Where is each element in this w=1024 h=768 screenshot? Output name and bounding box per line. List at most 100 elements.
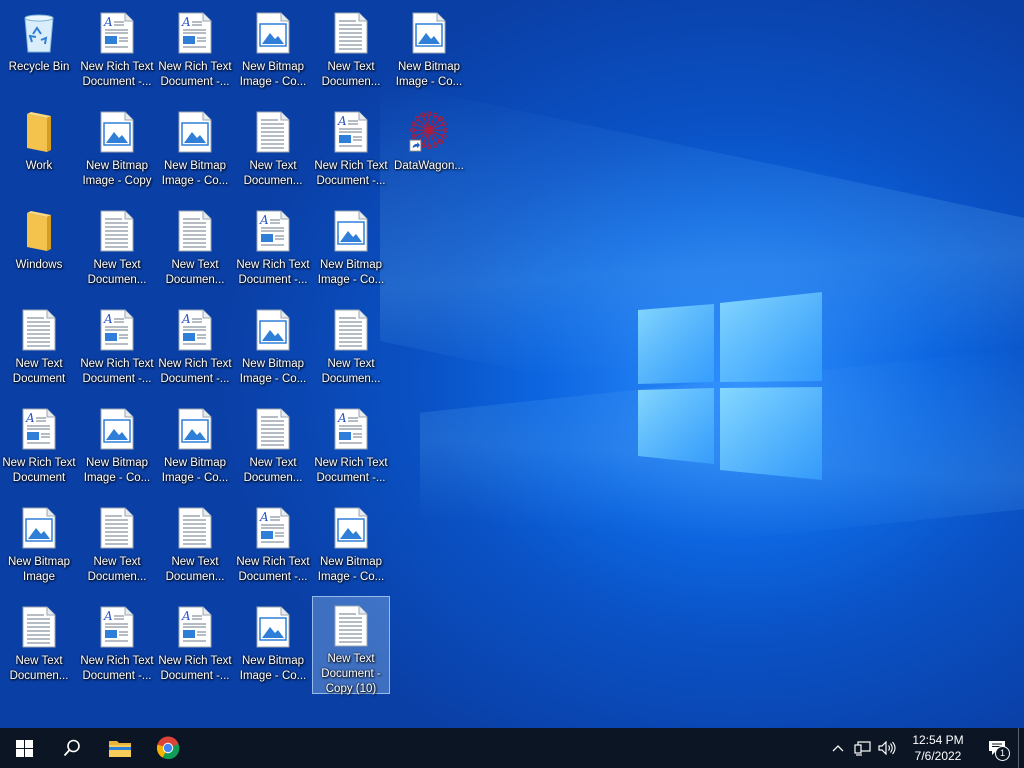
desktop-icon-label: New Rich Text Document -... <box>314 457 388 484</box>
desktop-icon[interactable]: A New Rich Text Document -... <box>234 200 312 292</box>
desktop-icon-label: New Rich Text Document -... <box>158 655 232 682</box>
desktop-icon-label: New Rich Text Document -... <box>314 160 388 187</box>
desktop-icon[interactable]: A New Rich Text Document -... <box>312 101 390 193</box>
desktop-icon[interactable]: New Bitmap Image <box>0 497 78 589</box>
svg-text:A: A <box>259 213 269 227</box>
folder-icon <box>19 209 59 253</box>
svg-text:A: A <box>337 114 347 128</box>
desktop-icon[interactable]: New Bitmap Image - Co... <box>312 497 390 589</box>
taskbar-chrome[interactable] <box>144 728 192 768</box>
desktop-icon[interactable]: A New Rich Text Document -... <box>78 2 156 94</box>
bitmap-image-icon <box>175 407 215 451</box>
desktop-icon[interactable]: New Bitmap Image - Co... <box>234 299 312 391</box>
rich-text-document-icon: A <box>97 308 137 352</box>
desktop-icon[interactable]: DataWagon... <box>390 101 468 193</box>
svg-text:A: A <box>259 510 269 524</box>
desktop-icon[interactable]: Windows <box>0 200 78 292</box>
svg-text:A: A <box>337 411 347 425</box>
recycle-bin-icon <box>19 11 59 55</box>
rich-text-document-icon: A <box>97 605 137 649</box>
desktop-icon[interactable]: New Bitmap Image - Co... <box>156 398 234 490</box>
desktop-icon[interactable]: Work <box>0 101 78 193</box>
bitmap-image-icon <box>253 11 293 55</box>
search-button[interactable] <box>48 728 96 768</box>
desktop-icon[interactable]: New Bitmap Image - Co... <box>234 596 312 688</box>
desktop-icon-label: New Bitmap Image - Co... <box>317 259 385 286</box>
desktop-icon[interactable]: Recycle Bin <box>0 2 78 94</box>
desktop-icon[interactable]: A New Rich Text Document -... <box>156 299 234 391</box>
desktop-icon[interactable]: New Text Documen... <box>312 299 390 391</box>
desktop-icon-label: New Rich Text Document <box>2 457 76 484</box>
desktop-icon-label: New Bitmap Image <box>8 556 70 583</box>
text-document-icon <box>331 605 371 647</box>
desktop-icon[interactable]: New Bitmap Image - Co... <box>390 2 468 94</box>
folder-icon <box>19 110 59 154</box>
desktop-icon-label: New Rich Text Document -... <box>158 61 232 88</box>
action-center-button[interactable]: 1 <box>976 728 1018 768</box>
desktop-icon[interactable]: A New Rich Text Document -... <box>234 497 312 589</box>
desktop-icon-label: New Bitmap Image - Co... <box>161 457 229 484</box>
desktop[interactable]: Recycle Bin A New Rich Text Document -... A… <box>0 0 1024 728</box>
svg-text:A: A <box>181 312 191 326</box>
bitmap-image-icon <box>331 506 371 550</box>
desktop-icon[interactable]: A New Rich Text Document <box>0 398 78 490</box>
desktop-icon[interactable]: A New Rich Text Document -... <box>312 398 390 490</box>
taskbar-file-explorer[interactable] <box>96 728 144 768</box>
desktop-icon-label: New Bitmap Image - Copy <box>82 160 152 187</box>
desktop-icon[interactable]: New Bitmap Image - Co... <box>78 398 156 490</box>
desktop-icon[interactable]: New Text Document - Copy (10) <box>312 596 390 695</box>
speaker-icon <box>878 741 896 755</box>
desktop-icon[interactable]: A New Rich Text Document -... <box>156 2 234 94</box>
rich-text-document-icon: A <box>331 407 371 451</box>
clock[interactable]: 12:54 PM 7/6/2022 <box>900 728 976 768</box>
desktop-icon[interactable]: New Text Documen... <box>312 2 390 94</box>
desktop-icon-label: Windows <box>15 259 63 271</box>
desktop-icon-label: New Rich Text Document -... <box>236 556 310 583</box>
show-hidden-icons-button[interactable] <box>826 728 850 768</box>
chevron-up-icon <box>832 745 844 752</box>
desktop-icon-label: New Rich Text Document -... <box>80 358 154 385</box>
desktop-icon[interactable]: New Bitmap Image - Co... <box>234 2 312 94</box>
desktop-icon-label: New Text Document - Copy (10) <box>321 653 381 695</box>
desktop-icon-label: New Bitmap Image - Co... <box>395 61 463 88</box>
text-document-icon <box>19 605 59 649</box>
svg-text:A: A <box>181 15 191 29</box>
chrome-icon <box>156 736 180 760</box>
desktop-icon[interactable]: New Bitmap Image - Co... <box>156 101 234 193</box>
search-icon <box>63 739 80 757</box>
desktop-icon[interactable]: A New Rich Text Document -... <box>78 299 156 391</box>
desktop-icon-label: Recycle Bin <box>8 61 70 73</box>
desktop-icon[interactable]: New Text Documen... <box>234 101 312 193</box>
desktop-icon[interactable]: A New Rich Text Document -... <box>156 596 234 688</box>
desktop-icon[interactable]: New Text Documen... <box>156 200 234 292</box>
desktop-icon-label: New Rich Text Document -... <box>80 655 154 682</box>
desktop-icon[interactable]: A New Rich Text Document -... <box>78 596 156 688</box>
bitmap-image-icon <box>331 209 371 253</box>
network-button[interactable] <box>850 728 874 768</box>
desktop-icon-label: New Text Documen... <box>243 160 303 187</box>
desktop-icon[interactable]: New Bitmap Image - Co... <box>312 200 390 292</box>
bitmap-image-icon <box>97 407 137 451</box>
desktop-icon[interactable]: New Text Documen... <box>156 497 234 589</box>
desktop-icon-label: New Rich Text Document -... <box>80 61 154 88</box>
svg-text:A: A <box>25 411 35 425</box>
text-document-icon <box>19 308 59 352</box>
desktop-icon-label: New Text Documen... <box>321 358 381 385</box>
bitmap-image-icon <box>97 110 137 154</box>
desktop-icon[interactable]: New Text Documen... <box>234 398 312 490</box>
datawagon-shortcut-icon <box>409 110 449 154</box>
desktop-icon-label: New Bitmap Image - Co... <box>239 358 307 385</box>
desktop-icon-label: New Text Documen... <box>321 61 381 88</box>
desktop-icon[interactable]: New Text Document <box>0 299 78 391</box>
volume-button[interactable] <box>874 728 900 768</box>
desktop-icon[interactable]: New Text Documen... <box>0 596 78 688</box>
rich-text-document-icon: A <box>97 11 137 55</box>
bitmap-image-icon <box>409 11 449 55</box>
desktop-icon-label: New Text Documen... <box>87 259 147 286</box>
desktop-icon[interactable]: New Text Documen... <box>78 497 156 589</box>
start-button[interactable] <box>0 728 48 768</box>
show-desktop-button[interactable] <box>1018 728 1024 768</box>
desktop-icon[interactable]: New Text Documen... <box>78 200 156 292</box>
desktop-icon[interactable]: New Bitmap Image - Copy <box>78 101 156 193</box>
svg-text:A: A <box>103 15 113 29</box>
